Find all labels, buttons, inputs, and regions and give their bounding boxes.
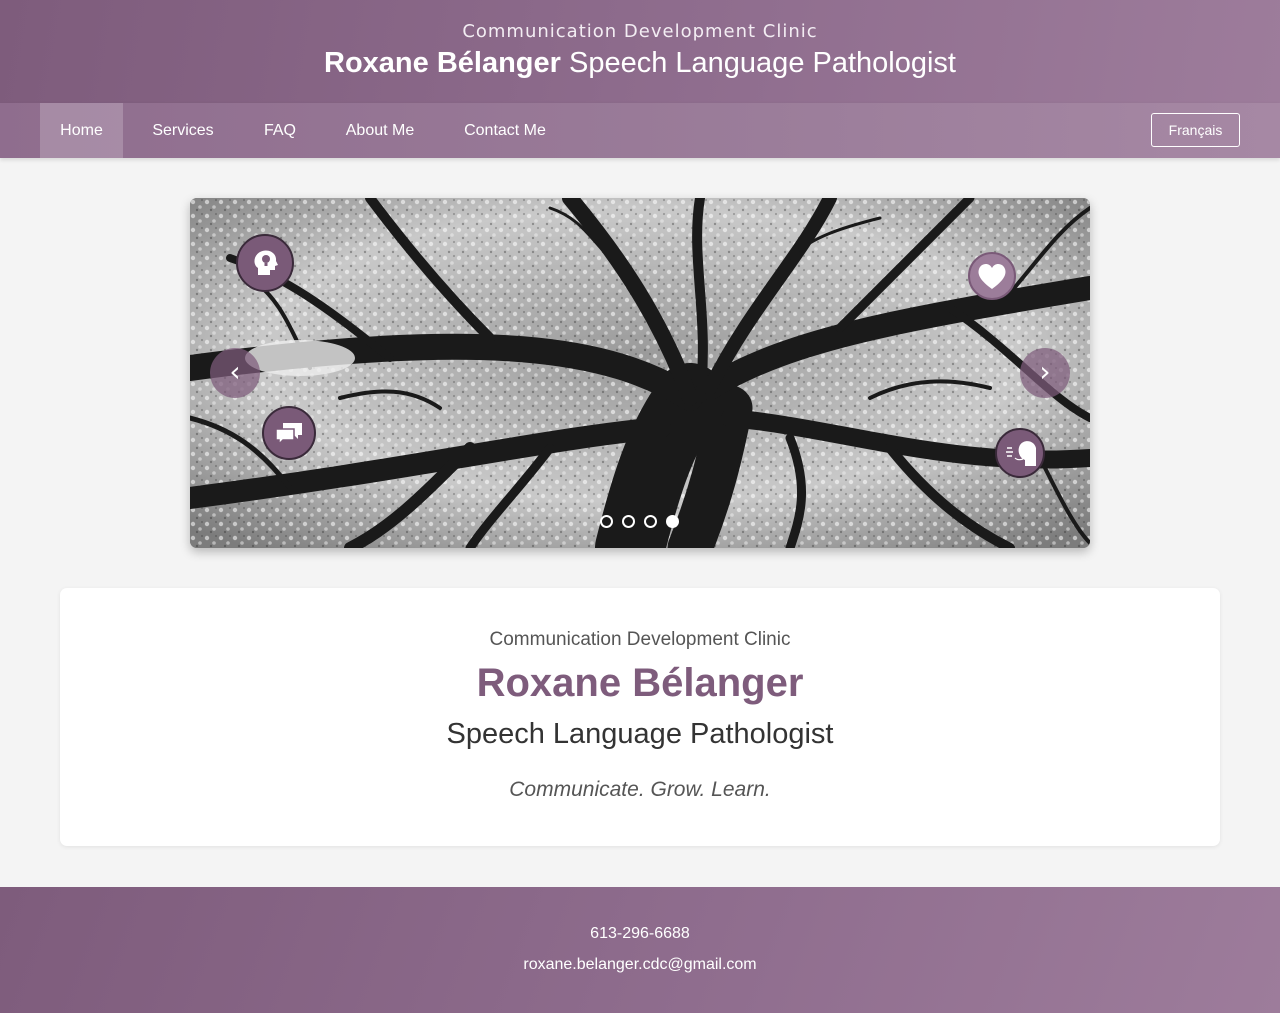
nav-item-services[interactable]: Services	[138, 103, 228, 158]
carousel-dot-4[interactable]	[666, 515, 679, 528]
header-profession: Speech Language Pathologist	[569, 47, 956, 79]
nav-item-faq[interactable]: FAQ	[250, 103, 310, 158]
intro-card: Communication Development Clinic Roxane …	[60, 588, 1220, 846]
intro-role: Speech Language Pathologist	[446, 718, 834, 750]
carousel-dot-3[interactable]	[644, 515, 657, 528]
main-nav: Home Services FAQ About Me Contact Me Fr…	[0, 103, 1280, 158]
speech-bubbles-badge	[262, 406, 316, 460]
heart-badge	[968, 252, 1016, 300]
speaking-head-badge	[995, 428, 1045, 478]
heart-icon	[978, 263, 1006, 289]
header-name: Roxane Bélanger	[324, 47, 561, 79]
speech-bubbles-icon	[275, 423, 302, 446]
header-title: Roxane Bélanger Speech Language Patholog…	[0, 47, 1280, 80]
intro-practitioner-name: Roxane Bélanger	[476, 661, 804, 705]
footer-email[interactable]: roxane.belanger.cdc@gmail.com	[0, 956, 1280, 974]
head-lightbulb-icon	[254, 250, 278, 275]
site-footer: 613-296-6688 roxane.belanger.cdc@gmail.c…	[0, 887, 1280, 1013]
nav-item-about-me[interactable]: About Me	[332, 103, 428, 158]
tree-photo	[190, 198, 1090, 548]
site-header: Communication Development Clinic Roxane …	[0, 0, 1280, 103]
header-subtitle: Communication Development Clinic	[462, 21, 818, 42]
intro-clinic-name: Communication Development Clinic	[489, 629, 791, 650]
footer-phone[interactable]: 613-296-6688	[0, 925, 1280, 943]
speaking-head-icon	[1006, 441, 1036, 466]
nav-item-contact-me[interactable]: Contact Me	[450, 103, 560, 158]
nav-item-home[interactable]: Home	[40, 103, 123, 158]
intro-tagline: Communicate. Grow. Learn.	[509, 778, 771, 801]
carousel-next-button[interactable]: ›	[1020, 348, 1070, 398]
hero-carousel: ‹ ›	[190, 198, 1090, 548]
carousel-dot-2[interactable]	[622, 515, 635, 528]
language-toggle-button[interactable]: Français	[1151, 113, 1240, 147]
carousel-dot-1[interactable]	[600, 515, 613, 528]
head-lightbulb-badge	[236, 234, 294, 292]
carousel-prev-button[interactable]: ‹	[210, 348, 260, 398]
